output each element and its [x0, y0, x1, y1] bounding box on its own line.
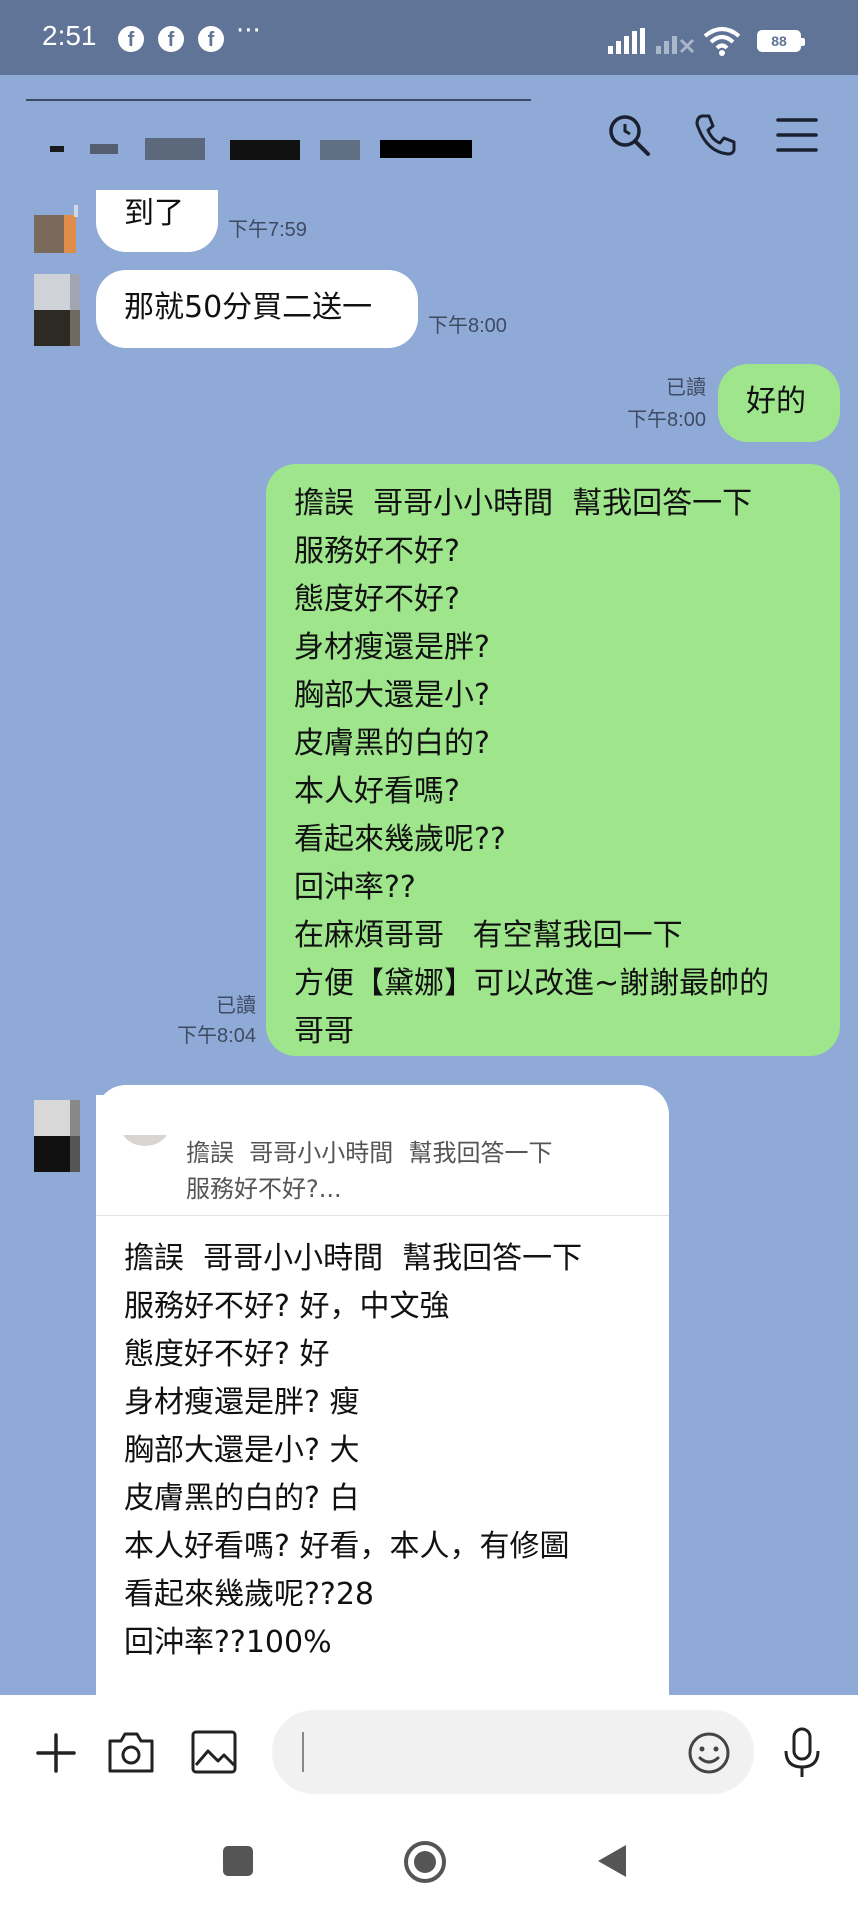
back-button-icon[interactable] — [594, 1841, 630, 1881]
message-line: 服務好不好? 好，中文強 — [124, 1289, 450, 1324]
more-notifications-icon: ··· — [236, 16, 261, 46]
status-time: 2:51 — [42, 20, 97, 51]
phone-icon[interactable] — [690, 110, 740, 160]
system-navigation-bar — [0, 1815, 858, 1907]
chat-header — [0, 75, 858, 190]
message-line: 胸部大還是小? — [294, 678, 490, 713]
message-line: 本人好看嗎? — [294, 774, 460, 809]
status-bar: 2:51 f f f ··· 88 — [0, 0, 858, 75]
message-line: 態度好不好? — [294, 582, 460, 617]
avatar[interactable] — [34, 274, 82, 346]
image-icon[interactable] — [190, 1729, 238, 1775]
message-time: 下午8:00 — [428, 315, 507, 337]
message-bubble-incoming[interactable]: 那就50分買二送一 — [96, 270, 418, 348]
facebook-icon: f — [158, 26, 184, 52]
battery-icon: 88 — [757, 30, 805, 52]
chat-title-redacted — [50, 138, 472, 160]
signal-2-icon — [656, 36, 695, 54]
message-line: 方便【黛娜】可以改進~謝謝最帥的 — [294, 966, 770, 1001]
camera-icon[interactable] — [106, 1729, 156, 1775]
facebook-icon: f — [198, 26, 224, 52]
message-line: 擔誤 哥哥小小時間 幫我回答一下 — [294, 486, 753, 521]
quoted-line: 擔誤 哥哥小小時間 幫我回答一下 — [186, 1139, 553, 1167]
facebook-icon: f — [118, 26, 144, 52]
wifi-icon — [703, 27, 741, 56]
reply-sender-redacted — [96, 1095, 296, 1135]
search-icon[interactable] — [604, 110, 654, 160]
message-line: 身材瘦還是胖? 瘦 — [124, 1385, 360, 1420]
text-cursor — [302, 1732, 304, 1772]
message-bubble-outgoing[interactable]: 好的 — [718, 364, 840, 442]
message-time: 下午7:59 — [228, 219, 307, 241]
message-line: 皮膚黑的白的? — [294, 726, 490, 761]
message-bubble-reply[interactable]: 擔誤 哥哥小小時間 幫我回答一下 服務好不好?... 擔誤 哥哥小小時間 幫我回… — [96, 1085, 669, 1695]
read-status: 已讀 — [666, 377, 706, 399]
read-status: 已讀 — [216, 995, 256, 1017]
message-line: 身材瘦還是胖? — [294, 630, 490, 665]
message-line: 回沖率??100% — [124, 1625, 332, 1660]
microphone-icon[interactable] — [780, 1725, 824, 1781]
recents-button-icon[interactable] — [220, 1843, 256, 1879]
message-line: 看起來幾歲呢??28 — [124, 1577, 375, 1612]
message-line: 回沖率?? — [294, 870, 416, 905]
message-line: 看起來幾歲呢?? — [294, 822, 506, 857]
message-bubble-outgoing[interactable]: 擔誤 哥哥小小時間 幫我回答一下 服務好不好? 態度好不好? 身材瘦還是胖? 胸… — [266, 464, 840, 1056]
plus-icon[interactable] — [34, 1731, 78, 1775]
menu-icon[interactable] — [772, 110, 822, 160]
message-composer — [0, 1695, 858, 1815]
message-time: 下午8:00 — [627, 409, 706, 431]
chat-messages[interactable]: 到了 下午7:59 那就50分買二送一 下午8:00 已讀 下午8:00 好的 … — [0, 190, 858, 1695]
avatar[interactable] — [34, 1100, 82, 1172]
message-line: 皮膚黑的白的? 白 — [124, 1481, 360, 1516]
quoted-message[interactable]: 擔誤 哥哥小小時間 幫我回答一下 服務好不好?... — [186, 1135, 553, 1207]
message-line: 服務好不好? — [294, 534, 460, 569]
quote-divider — [96, 1215, 669, 1216]
message-line: 哥哥 — [294, 1014, 354, 1049]
message-line: 擔誤 哥哥小小時間 幫我回答一下 — [124, 1241, 583, 1276]
header-divider — [26, 99, 531, 101]
message-line: 態度好不好? 好 — [124, 1337, 330, 1372]
home-button-icon[interactable] — [402, 1839, 448, 1885]
quoted-line: 服務好不好?... — [186, 1175, 342, 1203]
message-line: 胸部大還是小? 大 — [124, 1433, 360, 1468]
message-line: 本人好看嗎? 好看，本人，有修圖 — [124, 1529, 570, 1564]
emoji-icon[interactable] — [686, 1730, 732, 1776]
message-bubble-incoming[interactable]: 到了 — [96, 190, 218, 252]
message-line: 在麻煩哥哥 有空幫我回一下 — [294, 918, 683, 953]
reply-text: 擔誤 哥哥小小時間 幫我回答一下 服務好不好? 好，中文強 態度好不好? 好 身… — [124, 1235, 582, 1667]
signal-icon — [608, 28, 645, 54]
message-input[interactable] — [272, 1710, 754, 1794]
avatar[interactable] — [34, 205, 82, 253]
message-time: 下午8:04 — [177, 1025, 256, 1047]
